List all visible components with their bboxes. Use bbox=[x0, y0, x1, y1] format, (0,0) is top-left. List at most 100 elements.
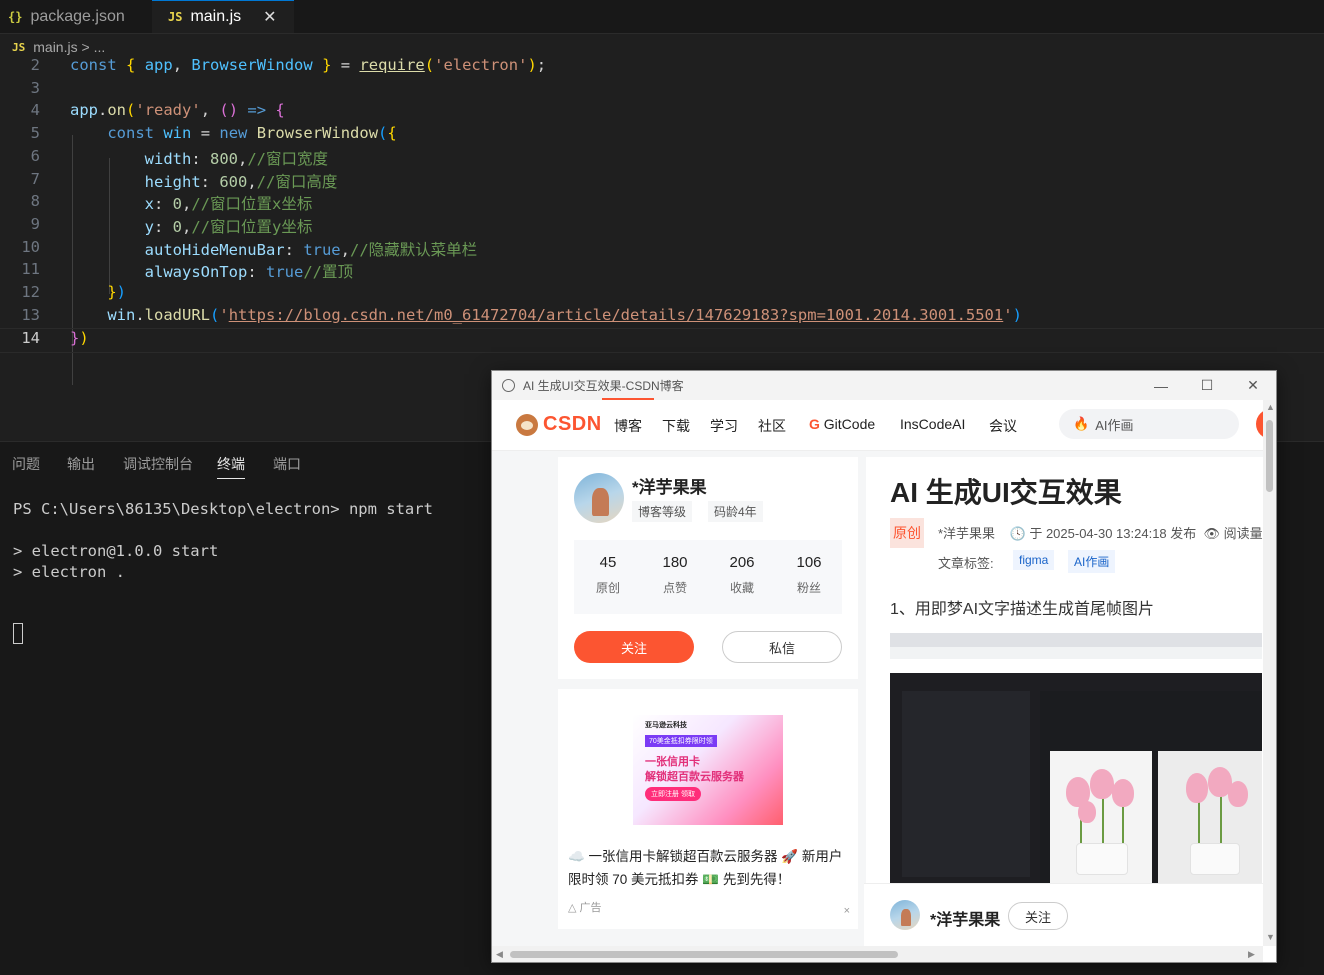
avatar[interactable] bbox=[574, 473, 624, 523]
tab-terminal[interactable]: 终端 bbox=[217, 454, 245, 479]
code-line: 9 y: 0,//窗口位置y坐标 bbox=[0, 215, 1324, 238]
code-age: 码龄4年 bbox=[708, 501, 763, 522]
terminal-cursor bbox=[13, 623, 23, 644]
tab-label: main.js bbox=[190, 8, 242, 25]
tag-ai-painting[interactable]: AI作画 bbox=[1068, 550, 1116, 573]
csdn-navbar: CSDN 博客 下载 学习 社区 G GitCode InsCodeAI 会议 … bbox=[492, 398, 1276, 451]
profile-stats: 45 原创 180 点赞 206 收藏 106 粉丝 bbox=[574, 540, 842, 614]
line-number: 14 bbox=[21, 329, 40, 348]
line-number: 6 bbox=[30, 146, 40, 165]
tags-label: 文章标签: bbox=[938, 556, 994, 571]
search-input[interactable]: 🔥 AI作画 bbox=[1059, 409, 1239, 439]
breadcrumb-file[interactable]: main.js bbox=[33, 39, 77, 55]
csdn-logo[interactable]: CSDN bbox=[516, 413, 602, 436]
follow-button[interactable]: 关注 bbox=[574, 631, 694, 663]
code-line: 8 x: 0,//窗口位置x坐标 bbox=[0, 192, 1324, 215]
tulip-image-2 bbox=[1158, 751, 1262, 883]
ad-close-icon[interactable]: × bbox=[844, 905, 850, 917]
clock-icon: 🕓 bbox=[1009, 526, 1026, 541]
line-number: 9 bbox=[30, 214, 40, 233]
line-number: 13 bbox=[21, 305, 40, 324]
author-follow-button[interactable]: 关注 bbox=[1008, 902, 1068, 930]
stat-likes[interactable]: 180 点赞 bbox=[645, 554, 705, 596]
code-line: 7 height: 600,//窗口高度 bbox=[0, 170, 1324, 193]
tulip-image-1 bbox=[1050, 751, 1152, 883]
eye-icon: 👁 bbox=[1203, 526, 1221, 541]
window-title: AI 生成UI交互效果-CSDN博客 bbox=[523, 379, 684, 393]
minimize-button[interactable]: — bbox=[1138, 371, 1184, 400]
electron-icon bbox=[502, 379, 515, 392]
url-link[interactable]: https://blog.csdn.net/m0_61472704/articl… bbox=[229, 306, 1004, 324]
nav-download[interactable]: 下载 bbox=[662, 416, 690, 436]
line-number: 3 bbox=[30, 78, 40, 97]
scroll-up-icon[interactable]: ▲ bbox=[1266, 402, 1275, 412]
stat-fans[interactable]: 106 粉丝 bbox=[779, 554, 839, 596]
ad-label: △ 广告 bbox=[568, 902, 602, 914]
ad-text[interactable]: ☁️ 一张信用卡解锁超百款云服务器 🚀 新用户限时领 70 美元抵扣券 💵 先到… bbox=[568, 845, 848, 891]
tab-label: package.json bbox=[30, 7, 125, 25]
flame-icon: 🔥 bbox=[1073, 416, 1090, 431]
code-line: 5 const win = new BrowserWindow({ bbox=[0, 124, 1324, 147]
original-badge: 原创 bbox=[890, 518, 924, 548]
nav-meeting[interactable]: 会议 bbox=[989, 416, 1017, 436]
editor-tab-bar: {} package.json JS main.js ✕ bbox=[0, 0, 1324, 34]
horizontal-scrollbar[interactable]: ◀ ▶ bbox=[492, 946, 1263, 962]
author-name[interactable]: *洋芋果果 bbox=[930, 906, 1000, 930]
csdn-mascot-icon bbox=[516, 413, 538, 436]
tab-main-js[interactable]: JS main.js ✕ bbox=[152, 0, 294, 33]
section-heading: 1、用即梦AI文字描述生成首尾帧图片 bbox=[890, 601, 1155, 618]
window-titlebar[interactable]: AI 生成UI交互效果-CSDN博客 — ☐ ✕ bbox=[492, 371, 1276, 400]
browser-urlbar bbox=[890, 647, 1262, 659]
line-number: 12 bbox=[21, 283, 40, 301]
tab-debug-console[interactable]: 调试控制台 bbox=[123, 454, 193, 474]
tab-package-json[interactable]: {} package.json bbox=[0, 0, 158, 33]
author-avatar[interactable] bbox=[890, 900, 920, 930]
close-window-button[interactable]: ✕ bbox=[1230, 371, 1276, 400]
message-button[interactable]: 私信 bbox=[722, 631, 842, 663]
vertical-scroll-thumb[interactable] bbox=[1266, 420, 1273, 492]
code-line: 2 const { app, BrowserWindow } = require(… bbox=[0, 56, 1324, 79]
electron-window: AI 生成UI交互效果-CSDN博客 — ☐ ✕ CSDN 博客 下载 学习 社… bbox=[491, 370, 1277, 963]
code-line: 10 autoHideMenuBar: true,//隐藏默认菜单栏 bbox=[0, 238, 1324, 261]
tab-output[interactable]: 输出 bbox=[67, 454, 95, 474]
blog-level: 博客等级 bbox=[632, 501, 693, 522]
stat-favorites[interactable]: 206 收藏 bbox=[712, 554, 772, 596]
json-file-icon: {} bbox=[8, 9, 23, 24]
scroll-left-icon[interactable]: ◀ bbox=[496, 949, 503, 960]
line-number: 4 bbox=[30, 101, 40, 120]
terminal-output[interactable]: PS C:\Users\86135\Desktop\electron> npm … bbox=[0, 497, 433, 602]
author-bar: *洋芋果果 关注 bbox=[864, 883, 1263, 947]
terminal-line: > electron@1.0.0 start bbox=[13, 542, 219, 560]
tag-figma[interactable]: figma bbox=[1013, 550, 1055, 570]
article-title: AI 生成UI交互效果 bbox=[890, 477, 1122, 508]
browser-bookmarks bbox=[890, 659, 1262, 673]
close-icon[interactable]: ✕ bbox=[263, 7, 276, 27]
tab-ports[interactable]: 端口 bbox=[273, 454, 301, 474]
js-file-icon: JS bbox=[12, 40, 26, 54]
scroll-down-icon[interactable]: ▼ bbox=[1266, 932, 1275, 942]
article-screenshot[interactable] bbox=[890, 633, 1262, 883]
line-number: 5 bbox=[30, 124, 40, 143]
line-number: 2 bbox=[30, 56, 40, 74]
maximize-button[interactable]: ☐ bbox=[1184, 371, 1230, 400]
breadcrumb-rest[interactable]: > ... bbox=[82, 39, 106, 55]
nav-inscodeai[interactable]: InsCodeAI bbox=[900, 416, 965, 432]
article-author[interactable]: *洋芋果果 bbox=[938, 526, 995, 541]
stat-original[interactable]: 45 原创 bbox=[578, 554, 638, 596]
vertical-scrollbar[interactable]: ▲ ▼ bbox=[1263, 400, 1276, 946]
tab-problems[interactable]: 问题 bbox=[12, 454, 40, 474]
horizontal-scroll-thumb[interactable] bbox=[510, 951, 898, 958]
code-editor[interactable]: 2 const { app, BrowserWindow } = require(… bbox=[0, 56, 1324, 385]
scroll-right-icon[interactable]: ▶ bbox=[1248, 949, 1255, 960]
code-line: 3 bbox=[0, 79, 1324, 102]
read-count: 阅读量 bbox=[1223, 526, 1263, 541]
nav-learn[interactable]: 学习 bbox=[710, 416, 738, 436]
code-line: 13 win.loadURL('https://blog.csdn.net/m0… bbox=[0, 306, 1324, 329]
nav-blog[interactable]: 博客 bbox=[602, 398, 654, 436]
profile-name[interactable]: *洋芋果果 bbox=[632, 473, 707, 498]
code-line: 4 app.on('ready', () => { bbox=[0, 101, 1324, 124]
ad-card[interactable]: 亚马逊云科技 70美金抵扣券限时领 一张信用卡 解锁超百款云服务器 立即注册 领… bbox=[558, 689, 858, 929]
nav-community[interactable]: 社区 bbox=[758, 416, 786, 436]
ad-banner[interactable]: 亚马逊云科技 70美金抵扣券限时领 一张信用卡 解锁超百款云服务器 立即注册 领… bbox=[633, 715, 783, 825]
nav-gitcode[interactable]: G GitCode bbox=[809, 416, 875, 432]
